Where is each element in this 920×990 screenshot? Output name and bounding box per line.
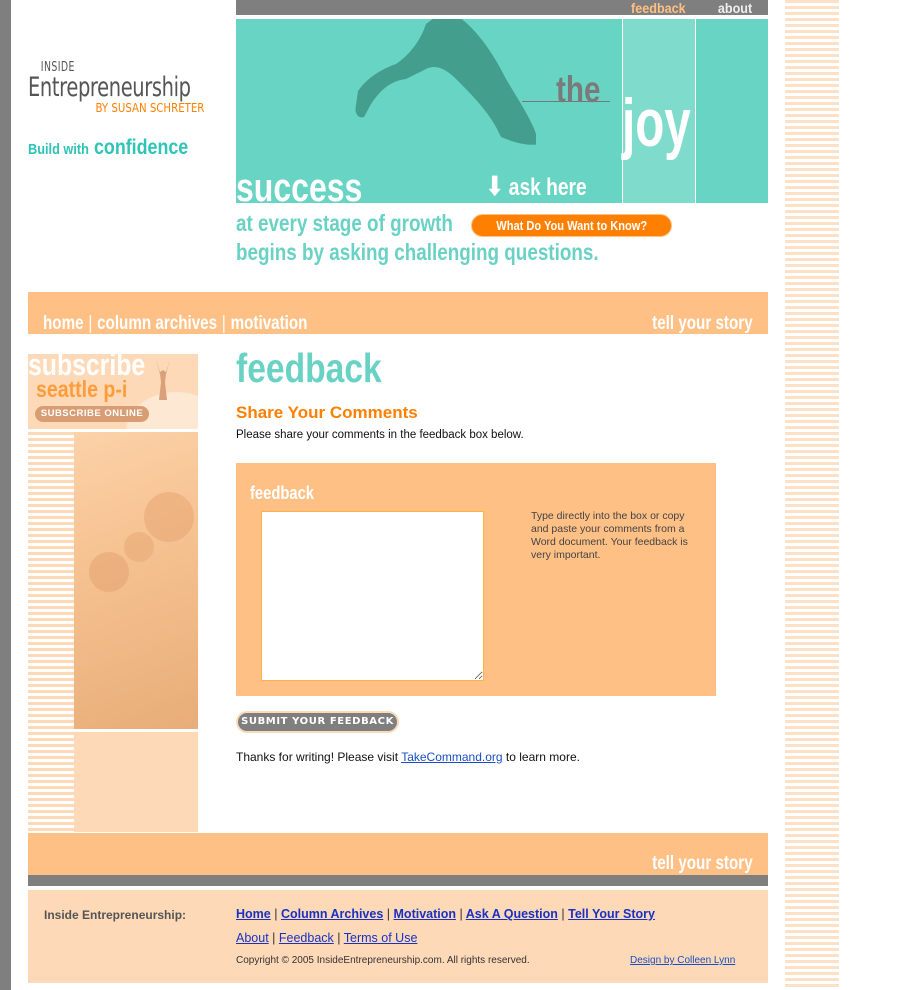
footer-separator: |	[272, 931, 276, 945]
footer-link-motivation[interactable]: Motivation	[394, 907, 457, 921]
hero-line-2: begins by asking challenging questions.	[236, 239, 599, 265]
footer-link-feedback[interactable]: Feedback	[279, 931, 334, 945]
takecommand-link[interactable]: TakeCommand.org	[401, 750, 502, 764]
hero-banner: the joy success ⬇ ask here	[236, 19, 768, 203]
footer-link-terms-of-use[interactable]: Terms of Use	[344, 931, 418, 945]
sidebar-stripes	[28, 432, 74, 832]
runner-silhouette-image	[355, 19, 536, 145]
feedback-form: feedback Type directly into the box or c…	[236, 463, 716, 696]
page-title: feedback	[236, 345, 382, 391]
nav-home[interactable]: home	[43, 313, 84, 334]
subscribe-online-button[interactable]: SUBSCRIBE ONLINE	[35, 406, 149, 422]
left-gray-bar	[0, 0, 11, 990]
hero-word-success: success	[236, 166, 363, 203]
submit-feedback-button[interactable]: SUBMIT YOUR FEEDBACK	[236, 711, 399, 733]
footer-link-home[interactable]: Home	[236, 907, 271, 921]
section-title: Share Your Comments	[236, 403, 418, 422]
ask-here-link[interactable]: ⬇ ask here	[486, 171, 587, 202]
hero-line-1: at every stage of growth	[236, 210, 453, 236]
logo-byline: by Susan Schreter	[95, 101, 205, 115]
right-striped-decoration	[785, 0, 839, 990]
main-nav-links: home | column archives | motivation	[43, 313, 307, 335]
footer-brand: Inside Entrepreneurship:	[44, 908, 187, 922]
feedback-help-text: Type directly into the box or copy and p…	[531, 510, 688, 561]
footer: Inside Entrepreneurship: Home | Column A…	[28, 890, 768, 983]
hero-word-the: the	[556, 69, 601, 110]
nav-separator: |	[221, 313, 226, 334]
nav-separator: |	[88, 313, 93, 334]
footer-links-row-1: Home | Column Archives | Motivation | As…	[236, 907, 655, 921]
figure-arms-raised-icon	[156, 360, 170, 400]
footer-link-tell-your-story[interactable]: Tell Your Story	[568, 907, 655, 921]
main-nav-bar: home | column archives | motivation tell you…	[28, 292, 768, 334]
subscribe-subtitle: seattle p-i	[36, 376, 128, 402]
cta-label: What Do You Want to Know?	[496, 218, 647, 233]
tagline-build-with: Build with	[28, 141, 89, 158]
top-nav-feedback[interactable]: feedback	[631, 1, 686, 15]
ask-here-label: ask here	[508, 174, 587, 201]
footer-separator: |	[274, 907, 278, 921]
logo-entrepreneurship: Entrepreneurship	[28, 72, 191, 103]
footer-link-column-archives[interactable]: Column Archives	[281, 907, 383, 921]
footer-link-ask-a-question[interactable]: Ask A Question	[466, 907, 558, 921]
copyright-text: Copyright © 2005 InsideEntrepreneurship.…	[236, 955, 530, 966]
design-credit-link[interactable]: Design by Colleen Lynn	[630, 955, 735, 966]
tagline-confidence: confidence	[94, 136, 189, 159]
feedback-label: feedback	[250, 483, 314, 503]
tagline: Build with confidence	[28, 136, 205, 160]
footer-separator: |	[386, 907, 391, 921]
footer-link-about[interactable]: About	[236, 931, 269, 945]
daisy-flower	[124, 532, 154, 562]
intro-text: Please share your comments in the feedba…	[236, 429, 524, 441]
nav-motivation[interactable]: motivation	[231, 313, 308, 334]
footer-separator: |	[561, 907, 565, 921]
hero-word-joy: joy	[622, 85, 691, 161]
sidebar-block	[74, 732, 198, 832]
thanks-text-before: Thanks for writing! Please visit	[236, 750, 402, 764]
daisy-flower	[89, 552, 129, 592]
daisy-photo	[74, 432, 198, 729]
down-arrow-icon: ⬇	[486, 171, 504, 201]
what-do-you-want-to-know-button[interactable]: What Do You Want to Know?	[471, 214, 672, 237]
nav-tell-your-story[interactable]: tell your story	[652, 313, 753, 335]
footer-separator: |	[337, 931, 341, 945]
bottom-tell-your-story[interactable]: tell your story	[652, 853, 753, 875]
thanks-text-after: to learn more.	[502, 750, 580, 764]
top-nav-about[interactable]: about	[718, 1, 752, 15]
footer-links-row-2: About | Feedback | Terms of Use	[236, 931, 417, 945]
bottom-nav-bar: tell your story	[28, 833, 768, 875]
feedback-textarea[interactable]	[261, 511, 484, 681]
thanks-message: Thanks for writing! Please visit TakeCom…	[236, 750, 580, 764]
footer-separator: |	[459, 907, 463, 921]
nav-column-archives[interactable]: column archives	[97, 313, 217, 334]
subscribe-seattle-pi-banner[interactable]: subscribe seattle p-i SUBSCRIBE ONLINE	[28, 354, 198, 429]
top-nav-bar: feedback about	[236, 0, 768, 15]
footer-divider	[28, 875, 768, 886]
site-logo[interactable]: Inside Entrepreneurship by Susan Schrete…	[28, 60, 218, 115]
daisy-flower	[144, 492, 194, 542]
